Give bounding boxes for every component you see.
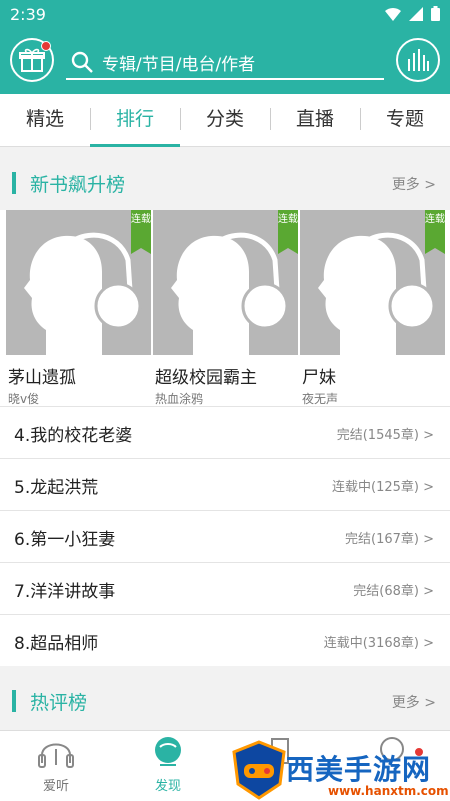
book-cards: 连载 茅山遗孤 晓v俊 连载 超级校园霸主 热血涂鸦 连载 尸妹 夜无声: [0, 210, 450, 406]
tab-live[interactable]: 直播: [270, 94, 360, 146]
list-item-title: 4.我的校花老婆: [14, 426, 133, 446]
book-cover: 连载: [6, 210, 151, 355]
headphones-placeholder-icon: [24, 232, 142, 355]
list-item[interactable]: 4.我的校花老婆 完结(1545章) >: [0, 406, 450, 458]
tab-categories[interactable]: 分类: [180, 94, 270, 146]
gamepad-shield-icon: [232, 740, 286, 800]
more-link[interactable]: 更多 >: [392, 174, 436, 194]
book-title: 尸妹: [302, 368, 336, 388]
list-item[interactable]: 5.龙起洪荒 连载中(125章) >: [0, 458, 450, 510]
nav-discover[interactable]: 发现: [112, 735, 224, 794]
nav-label: 发现: [154, 779, 181, 794]
nav-listen[interactable]: 爱听: [0, 735, 112, 794]
equalizer-icon: [408, 49, 429, 71]
watermark-brand: 西美手游网: [286, 753, 432, 786]
headphones-placeholder-icon: [171, 232, 289, 355]
list-item[interactable]: 6.第一小狂妻 完结(167章) >: [0, 510, 450, 562]
battery-icon: [431, 6, 440, 21]
category-tabs: 精选 排行 分类 直播 专题: [0, 94, 450, 147]
book-author: 晓v俊: [8, 392, 40, 406]
list-item-status: 完结(68章) >: [353, 584, 434, 599]
search-input[interactable]: 专辑/节目/电台/作者: [66, 44, 384, 80]
headphones-placeholder-icon: [318, 232, 436, 355]
book-title: 超级校园霸主: [155, 368, 257, 388]
ranking-list: 4.我的校花老婆 完结(1545章) > 5.龙起洪荒 连载中(125章) > …: [0, 406, 450, 666]
list-item[interactable]: 8.超品相师 连载中(3168章) >: [0, 614, 450, 666]
list-item-title: 6.第一小狂妻: [14, 530, 116, 550]
serializing-badge: 连载: [278, 210, 298, 254]
list-item-status: 连载中(3168章) >: [323, 636, 434, 651]
list-item-status: 完结(1545章) >: [336, 428, 434, 443]
book-author: 夜无声: [302, 392, 339, 406]
top-bar: 专辑/节目/电台/作者: [0, 30, 450, 94]
tab-featured[interactable]: 精选: [0, 94, 90, 146]
wifi-icon: [385, 7, 401, 21]
watermark-logo: 西美手游网 www.hanxtm.com: [230, 738, 450, 800]
signal-icon: [409, 6, 423, 21]
book-cover: 连载: [153, 210, 298, 355]
serializing-badge: 连载: [425, 210, 445, 254]
tab-topics[interactable]: 专题: [360, 94, 450, 146]
headphones-icon: [38, 743, 74, 768]
book-card[interactable]: 连载 茅山遗孤 晓v俊: [6, 210, 151, 407]
book-title: 茅山遗孤: [8, 368, 76, 388]
list-item-status: 连载中(125章) >: [332, 480, 434, 495]
book-card[interactable]: 连载 尸妹 夜无声: [300, 210, 445, 407]
notification-dot: [41, 41, 51, 51]
now-playing-button[interactable]: [396, 38, 440, 82]
tab-ranking[interactable]: 排行: [90, 94, 180, 147]
section-header-hot-reviews: 热评榜 更多 >: [0, 676, 450, 726]
serializing-badge: 连载: [131, 210, 151, 254]
nav-label: 爱听: [42, 779, 69, 794]
watermark-url: www.hanxtm.com: [328, 784, 449, 798]
status-time: 2:39: [10, 5, 46, 24]
search-icon: [71, 51, 93, 73]
list-item-title: 8.超品相师: [14, 634, 99, 654]
status-bar: 2:39: [0, 0, 450, 30]
book-author: 热血涂鸦: [155, 392, 204, 406]
section-title: 热评榜: [30, 692, 88, 714]
section-title: 新书飙升榜: [30, 174, 126, 196]
gift-icon: [19, 48, 45, 72]
list-item-title: 5.龙起洪荒: [14, 478, 99, 498]
list-item[interactable]: 7.洋洋讲故事 完结(68章) >: [0, 562, 450, 614]
list-item-title: 7.洋洋讲故事: [14, 582, 116, 602]
search-placeholder: 专辑/节目/电台/作者: [102, 55, 256, 75]
gift-button[interactable]: [10, 38, 54, 82]
book-cover: 连载: [300, 210, 445, 355]
globe-icon: [155, 737, 181, 766]
section-header-new-books: 新书飙升榜 更多 >: [0, 158, 450, 208]
list-item-status: 完结(167章) >: [345, 532, 434, 547]
book-card[interactable]: 连载 超级校园霸主 热血涂鸦: [153, 210, 298, 407]
more-link[interactable]: 更多 >: [392, 692, 436, 712]
